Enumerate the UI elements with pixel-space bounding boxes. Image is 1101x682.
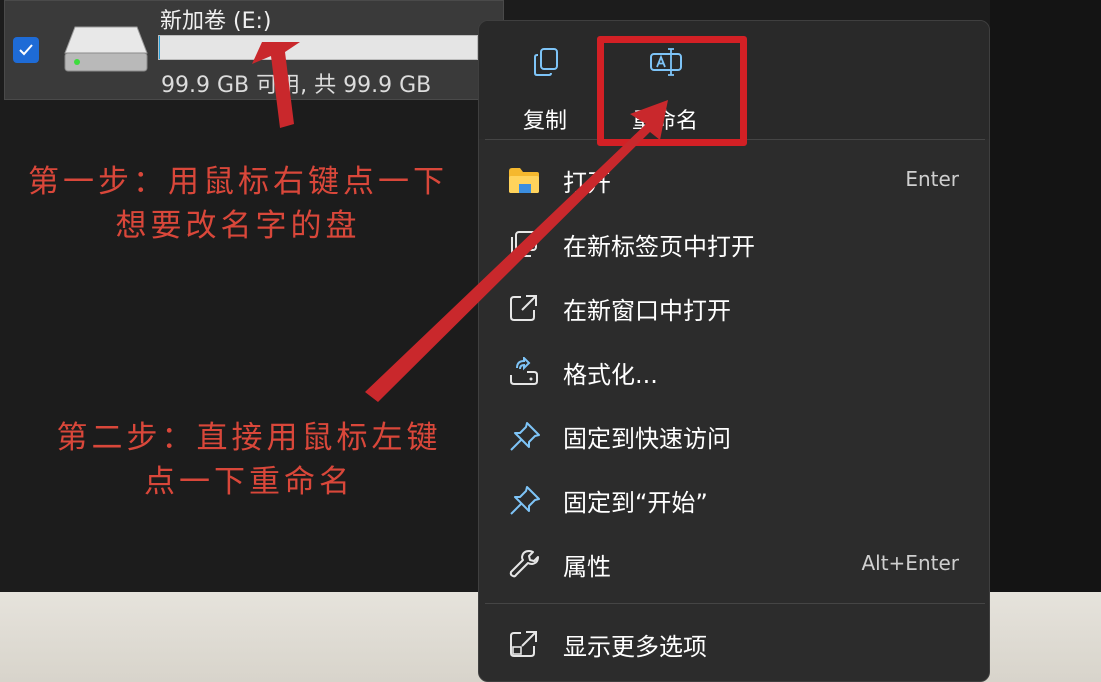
arrow-to-rename [365, 100, 668, 402]
arrow-to-drive [252, 42, 300, 128]
annotation-arrows [252, 42, 668, 402]
